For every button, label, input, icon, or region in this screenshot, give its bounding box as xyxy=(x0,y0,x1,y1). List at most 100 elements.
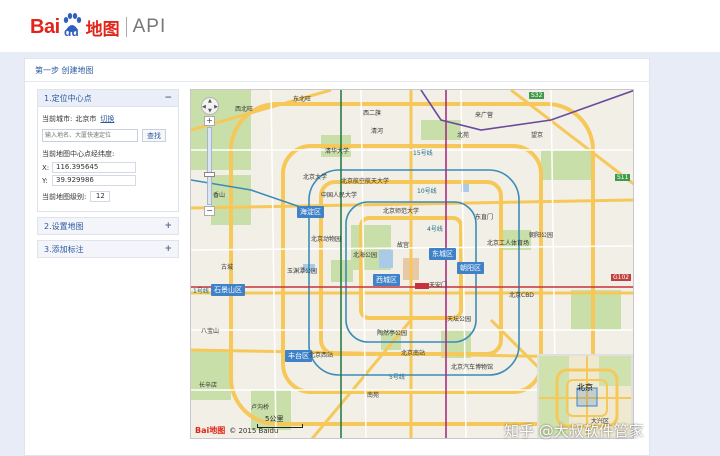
label-tiantan: 天坛公园 xyxy=(447,316,472,323)
label-s11: S11 xyxy=(615,174,631,181)
logo-ditu-text: 地图 xyxy=(85,19,120,40)
scale-bar xyxy=(257,424,303,428)
label-yuyuantan: 玉渊潭公园 xyxy=(287,268,318,275)
label-line10: 10号线 xyxy=(417,188,437,195)
zoom-slider-thumb[interactable] xyxy=(204,172,215,177)
label-beihai: 北海公园 xyxy=(353,252,378,259)
label-south-station: 北京南站 xyxy=(401,350,426,357)
logo-bai-text: Bai xyxy=(30,15,60,38)
zoom-in-button[interactable]: + xyxy=(204,116,215,126)
switch-city-link[interactable]: 切换 xyxy=(100,114,114,124)
current-city-value: 北京市 xyxy=(75,115,97,123)
zoom-control: ▲ ◀ ▶ ▼ + − xyxy=(201,97,219,216)
step-divider xyxy=(25,81,649,82)
logo-du-text: du xyxy=(64,25,79,39)
district-dongcheng[interactable]: 东城区 xyxy=(429,248,456,260)
label-line1: 1号线 xyxy=(193,288,209,295)
scale-label: 5公里 xyxy=(265,415,284,423)
pan-left-icon[interactable]: ◀ xyxy=(202,104,206,110)
label-line5: 5号线 xyxy=(389,374,405,381)
district-shijingshan[interactable]: 石景山区 xyxy=(211,284,245,296)
district-haidian[interactable]: 海淀区 xyxy=(297,206,324,218)
baidu-map-logo[interactable]: Bai du 地图 API xyxy=(30,12,166,42)
y-label: Y: xyxy=(42,176,48,185)
label-beihang: 北京航空航天大学 xyxy=(341,178,390,185)
label-gugong: 故宫 xyxy=(397,242,410,249)
label-peking-u: 北京大学 xyxy=(303,174,328,181)
current-city-label: 当前城市: xyxy=(42,115,73,123)
tiananmen-marker xyxy=(415,283,429,289)
label-beijing-auto: 北京汽车博物馆 xyxy=(451,364,494,371)
zoom-level-label: 当前地图级别: xyxy=(42,192,87,201)
current-city-row: 当前城市: 北京市 切换 xyxy=(42,114,174,124)
config-panel: 1.定位中心点 − 当前城市: 北京市 切换 查找 当前地图中心点经纬度: X:… xyxy=(37,89,179,258)
expand-icon[interactable]: + xyxy=(164,221,172,231)
expand-icon[interactable]: + xyxy=(164,244,172,254)
label-g102: G102 xyxy=(611,274,632,281)
mini-logo-ditu: 地图 xyxy=(209,426,226,435)
section-locate-body: 当前城市: 北京市 切换 查找 当前地图中心点经纬度: X: 116.39564… xyxy=(37,107,179,212)
label-babaoshan: 八宝山 xyxy=(201,328,220,335)
baidu-mini-logo: Bai地图 xyxy=(195,425,225,436)
pan-right-icon[interactable]: ▶ xyxy=(214,104,218,110)
label-chaoyang-park: 朝阳公园 xyxy=(529,232,554,239)
step-title: 第一步 创建地图 xyxy=(35,66,94,75)
pan-up-icon[interactable]: ▲ xyxy=(208,98,212,104)
label-lugou: 卢沟桥 xyxy=(251,404,270,411)
label-zoo: 北京动物园 xyxy=(311,236,342,243)
search-row: 查找 xyxy=(42,129,174,142)
overview-label-beijing: 北京 xyxy=(577,383,593,392)
mini-logo-bai: Bai xyxy=(195,426,210,435)
label-xibei-wang: 西北旺 xyxy=(235,106,254,113)
zoom-level-row: 当前地图级别: 12 xyxy=(42,191,174,202)
label-dongzhimen: 东直门 xyxy=(475,214,494,221)
label-changxindian: 长辛店 xyxy=(199,382,218,389)
label-line15: 15号线 xyxy=(413,150,433,157)
y-coordinate-row: Y: 39.929986 xyxy=(42,175,174,186)
collapse-icon[interactable]: − xyxy=(164,93,172,103)
search-input[interactable] xyxy=(42,129,138,142)
label-cbd: 北京CBD xyxy=(509,292,534,299)
header: Bai du 地图 API xyxy=(0,0,720,52)
label-s32: S32 xyxy=(529,92,545,99)
zoom-slider[interactable] xyxy=(204,127,215,205)
zoom-level-value[interactable]: 12 xyxy=(90,191,111,202)
pan-control[interactable]: ▲ ◀ ▶ ▼ xyxy=(201,97,219,115)
label-west-station: 北京西站 xyxy=(309,352,334,359)
x-coordinate-row: X: 116.395645 xyxy=(42,162,174,173)
zoom-out-button[interactable]: − xyxy=(204,206,215,216)
district-chaoyang[interactable]: 朝阳区 xyxy=(457,262,484,274)
section-settings-header[interactable]: 2.设置地图 + xyxy=(37,217,179,235)
label-tiananmen: 天安门 xyxy=(429,282,448,289)
product-name: API xyxy=(132,16,167,37)
section-settings-title: 2.设置地图 xyxy=(44,221,84,231)
x-value-field[interactable]: 116.395645 xyxy=(52,162,136,173)
district-xicheng[interactable]: 西城区 xyxy=(373,274,400,286)
label-line4: 4号线 xyxy=(427,226,443,233)
section-markers-header[interactable]: 3.添加标注 + xyxy=(37,240,179,258)
y-value-field[interactable]: 39.929986 xyxy=(52,175,136,186)
zhihu-watermark: 知乎 @大叔软件管家 xyxy=(504,422,644,440)
logo-divider xyxy=(125,17,127,37)
search-button[interactable]: 查找 xyxy=(142,129,166,142)
pan-down-icon[interactable]: ▼ xyxy=(208,108,212,114)
label-nanyuan: 南苑 xyxy=(367,392,380,399)
map-canvas[interactable]: 海淀区 东城区 西城区 朝阳区 石景山区 丰台区 西北旺 东北旺 西二旗 清河 … xyxy=(190,89,634,439)
label-taoranting: 陶然亭公园 xyxy=(377,330,408,337)
label-dongbei-wang: 东北旺 xyxy=(293,96,312,103)
label-qinghe: 清河 xyxy=(371,128,384,135)
section-locate-title: 1.定位中心点 xyxy=(44,93,92,103)
label-renda: 中国人民大学 xyxy=(321,192,358,199)
x-label: X: xyxy=(42,163,50,172)
label-xierqi: 西二旗 xyxy=(363,110,382,117)
section-markers-title: 3.添加标注 xyxy=(44,244,84,254)
label-tsinghua: 清华大学 xyxy=(325,148,350,155)
section-locate-header[interactable]: 1.定位中心点 − xyxy=(37,89,179,107)
label-gucheng: 古城 xyxy=(221,264,234,271)
district-fengtai[interactable]: 丰台区 xyxy=(285,350,312,362)
label-wangjing: 望京 xyxy=(531,132,544,139)
label-bnu: 北京师范大学 xyxy=(383,208,420,215)
label-workers-stadium: 北京工人体育场 xyxy=(487,240,530,247)
label-laiguang: 来广营 xyxy=(475,112,494,119)
label-beiyuan: 北苑 xyxy=(457,132,470,139)
